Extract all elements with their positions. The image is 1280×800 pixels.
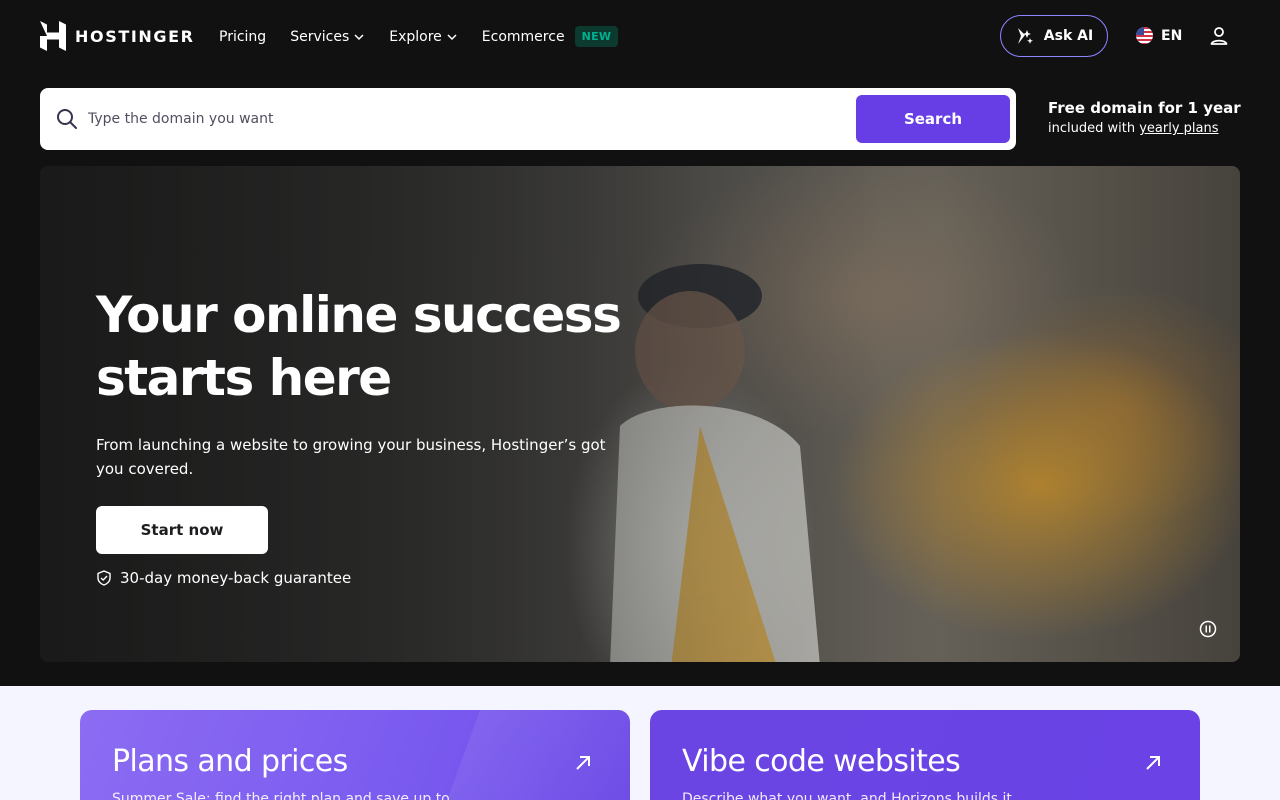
ai-sparkle-icon: [1017, 28, 1033, 44]
ask-ai-button[interactable]: Ask AI: [1000, 15, 1108, 57]
us-flag-icon: [1136, 27, 1153, 44]
search-icon: [57, 109, 77, 129]
language-selector[interactable]: EN: [1136, 27, 1182, 44]
nav-item-label: Services: [290, 28, 350, 45]
nav-item-services[interactable]: Services: [290, 29, 365, 45]
nav-item-label: Pricing: [219, 28, 267, 45]
start-now-button[interactable]: Start now: [96, 506, 268, 554]
top-navigation: HOSTINGER Pricing Services Explore Ecomm…: [0, 0, 1280, 72]
pause-video-icon[interactable]: [1199, 620, 1217, 638]
money-back-guarantee: 30-day money-back guarantee: [96, 569, 351, 587]
vibe-code-websites-card[interactable]: Vibe code websites Describe what you wan…: [650, 710, 1200, 800]
language-label: EN: [1161, 27, 1183, 44]
hero-overlay: [40, 166, 1240, 662]
main-menu: Pricing Services Explore Ecommerce NEW: [219, 26, 619, 47]
ask-ai-label: Ask AI: [1043, 28, 1094, 44]
guarantee-text: 30-day money-back guarantee: [120, 569, 352, 587]
yearly-plans-link[interactable]: yearly plans: [1139, 121, 1218, 136]
promo-title: Free domain for 1 year: [1048, 99, 1241, 117]
nav-item-pricing[interactable]: Pricing: [219, 29, 266, 45]
free-domain-promo: Free domain for 1 year included with yea…: [1048, 99, 1241, 136]
chevron-down-icon: [354, 33, 364, 40]
plans-and-prices-card[interactable]: Plans and prices Summer Sale: find the r…: [80, 710, 630, 800]
arrow-up-right-icon: [576, 756, 590, 770]
shield-check-icon: [97, 570, 111, 586]
domain-search-bar: Search: [40, 88, 1016, 150]
card-description: Describe what you want, and Horizons bui…: [682, 791, 1012, 800]
hero-banner: Your online success starts here From lau…: [40, 166, 1240, 662]
nav-item-explore[interactable]: Explore: [389, 29, 458, 45]
chevron-down-icon: [447, 33, 457, 40]
hostinger-logo-icon: [40, 21, 66, 51]
nav-item-label: Ecommerce: [481, 28, 565, 45]
nav-item-label: Explore: [389, 28, 442, 45]
hero-subtitle: From launching a website to growing your…: [96, 436, 606, 478]
hero-title: Your online success starts here: [96, 286, 622, 407]
brand-name: HOSTINGER: [75, 26, 195, 46]
feature-cards-section: Plans and prices Summer Sale: find the r…: [0, 686, 1280, 800]
promo-subtitle-text: included with: [1048, 121, 1140, 136]
promo-subtitle: included with yearly plans: [1048, 121, 1241, 136]
card-title: Vibe code websites: [682, 744, 961, 779]
logo[interactable]: HOSTINGER: [40, 21, 195, 51]
domain-search-input[interactable]: [88, 104, 878, 134]
nav-item-ecommerce[interactable]: Ecommerce: [482, 29, 565, 45]
new-badge: NEW: [574, 26, 619, 47]
search-button[interactable]: Search: [856, 95, 1010, 143]
arrow-up-right-icon: [1146, 756, 1160, 770]
card-description: Summer Sale: find the right plan and sav…: [112, 791, 450, 800]
user-icon[interactable]: [1208, 25, 1230, 47]
card-title: Plans and prices: [112, 744, 348, 779]
